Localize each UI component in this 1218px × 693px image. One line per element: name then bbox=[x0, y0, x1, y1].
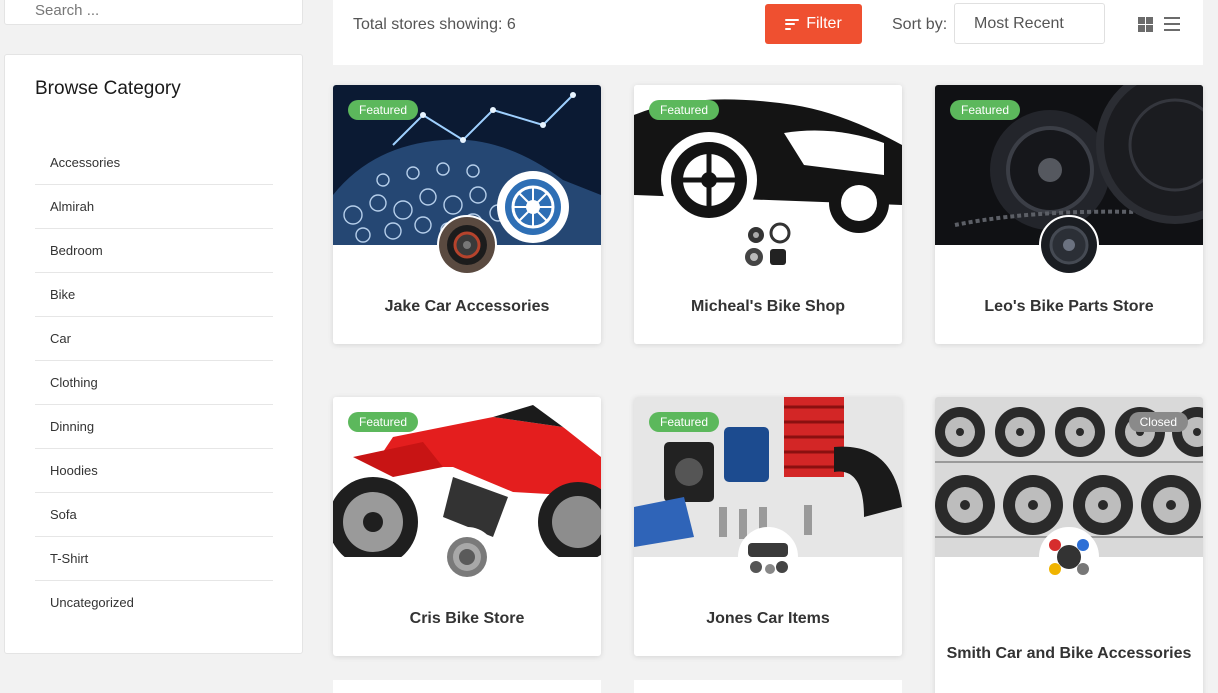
store-name[interactable]: Micheal's Bike Shop bbox=[634, 295, 902, 319]
store-name[interactable]: Jones Car Items bbox=[634, 607, 902, 631]
sort-by-select[interactable]: Most Recent bbox=[954, 3, 1105, 44]
store-avatar bbox=[1039, 527, 1099, 587]
list-view-icon[interactable] bbox=[1164, 17, 1180, 31]
sort-by-label: Sort by: bbox=[892, 16, 948, 33]
store-avatar bbox=[437, 215, 497, 275]
store-card-cris-bike-store[interactable]: Featured Cris Bike Store bbox=[333, 397, 601, 656]
category-item-bike[interactable]: Bike bbox=[35, 273, 273, 317]
closed-badge: Closed bbox=[1128, 412, 1188, 432]
filter-button[interactable]: Filter bbox=[765, 4, 862, 44]
featured-badge: Featured bbox=[649, 100, 720, 120]
category-item-almirah[interactable]: Almirah bbox=[35, 185, 273, 229]
filter-icon bbox=[785, 18, 800, 30]
store-card-jones-car-items[interactable]: Featured Jones Car Items bbox=[634, 397, 902, 656]
category-item-uncategorized[interactable]: Uncategorized bbox=[35, 581, 273, 625]
category-item-accessories[interactable]: Accessories bbox=[35, 141, 273, 185]
filter-button-label: Filter bbox=[806, 15, 842, 32]
store-name[interactable]: Cris Bike Store bbox=[333, 607, 601, 631]
featured-badge: Featured bbox=[649, 412, 720, 432]
store-search-box bbox=[4, 0, 303, 25]
store-search-input[interactable] bbox=[35, 1, 275, 19]
store-card-partial bbox=[634, 680, 902, 693]
store-avatar bbox=[437, 527, 497, 587]
featured-badge: Featured bbox=[348, 100, 419, 120]
store-avatar bbox=[738, 215, 798, 275]
category-item-t-shirt[interactable]: T-Shirt bbox=[35, 537, 273, 581]
store-name[interactable]: Leo's Bike Parts Store bbox=[935, 295, 1203, 319]
category-item-car[interactable]: Car bbox=[35, 317, 273, 361]
featured-badge: Featured bbox=[348, 412, 419, 432]
category-item-dinning[interactable]: Dinning bbox=[35, 405, 273, 449]
store-name[interactable]: Jake Car Accessories bbox=[333, 295, 601, 319]
featured-badge: Featured bbox=[950, 100, 1021, 120]
category-list: Accessories Almirah Bedroom Bike Car Clo… bbox=[35, 141, 273, 625]
grid-view-icon[interactable] bbox=[1138, 17, 1153, 32]
store-list-toolbar: Total stores showing: 6 Filter Sort by: … bbox=[333, 0, 1203, 65]
store-card-jake-car-accessories[interactable]: Featured Jake Car Accessories bbox=[333, 85, 601, 344]
category-item-bedroom[interactable]: Bedroom bbox=[35, 229, 273, 273]
store-name[interactable]: Smith Car and Bike Accessories bbox=[935, 642, 1203, 666]
store-card-partial bbox=[333, 680, 601, 693]
store-card-micheals-bike-shop[interactable]: Featured Micheal's Bike Shop bbox=[634, 85, 902, 344]
store-card-leos-bike-parts-store[interactable]: Featured Leo's Bike Parts Store bbox=[935, 85, 1203, 344]
store-avatar bbox=[738, 527, 798, 587]
total-stores-text: Total stores showing: 6 bbox=[353, 16, 516, 33]
browse-category-title: Browse Category bbox=[35, 78, 181, 99]
category-item-sofa[interactable]: Sofa bbox=[35, 493, 273, 537]
browse-category-panel: Browse Category Accessories Almirah Bedr… bbox=[4, 54, 303, 654]
store-avatar bbox=[1039, 215, 1099, 275]
store-card-smith-car-and-bike-accessories[interactable]: Closed Smith Car and Bike Accessories bbox=[935, 397, 1203, 693]
category-item-hoodies[interactable]: Hoodies bbox=[35, 449, 273, 493]
category-item-clothing[interactable]: Clothing bbox=[35, 361, 273, 405]
